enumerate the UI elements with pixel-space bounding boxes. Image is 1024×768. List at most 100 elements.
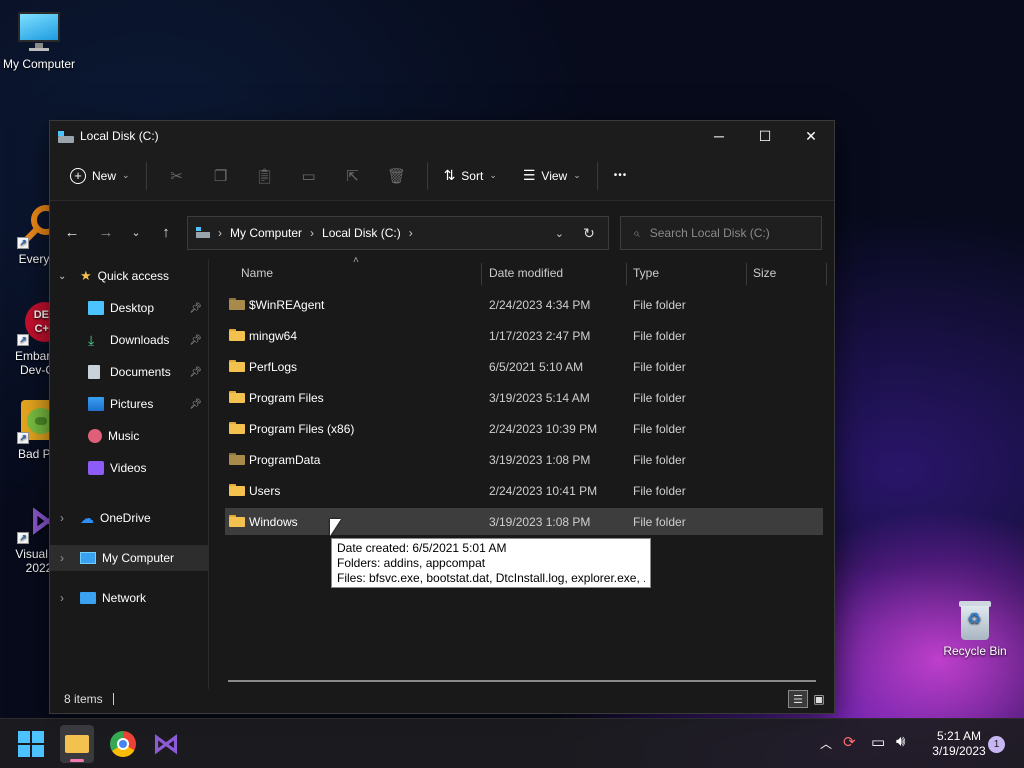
clock-date: 3/19/2023 xyxy=(932,744,986,758)
pane-divider[interactable] xyxy=(208,259,209,689)
chevron-right-icon: › xyxy=(60,511,64,525)
file-list: ˄ Name Date modified Type Size $WinREAge… xyxy=(210,255,828,689)
start-button[interactable] xyxy=(18,731,44,757)
sidebar-item-network[interactable]: › Network xyxy=(50,585,208,611)
details-view-button[interactable]: ☰ xyxy=(788,690,808,708)
cloud-icon: ☁ xyxy=(80,509,94,526)
file-row[interactable]: mingw64 1/17/2023 2:47 PM File folder xyxy=(225,322,823,349)
notification-badge[interactable]: 1 xyxy=(988,736,1005,753)
sidebar-item-music[interactable]: Music xyxy=(50,423,208,449)
sidebar-item-onedrive[interactable]: › ☁ OneDrive xyxy=(50,505,208,531)
pin-icon: 📌︎ xyxy=(189,366,202,378)
shortcut-arrow-icon: ↗ xyxy=(17,532,29,544)
sort-button[interactable]: ⇅ Sort ⌄ xyxy=(436,160,505,192)
column-header-name[interactable]: Name xyxy=(241,259,481,287)
file-date: 3/19/2023 1:08 PM xyxy=(489,452,591,467)
shortcut-arrow-icon: ↗ xyxy=(17,334,29,346)
breadcrumb-my-computer[interactable]: My Computer xyxy=(230,226,302,240)
shortcut-arrow-icon: ↗ xyxy=(17,432,29,444)
clock-time: 5:21 AM xyxy=(936,729,982,743)
sidebar-item-videos[interactable]: Videos xyxy=(50,455,208,481)
copy-icon[interactable]: ❐ xyxy=(205,160,237,192)
desktop-icon-my-computer[interactable]: My Computer xyxy=(0,10,78,71)
horizontal-scrollbar[interactable] xyxy=(228,680,816,682)
delete-icon[interactable]: 🗑︎ xyxy=(381,160,413,192)
desktop-icon-recycle-bin[interactable]: ♻ Recycle Bin xyxy=(936,597,1014,658)
recycle-bin-icon: ♻ xyxy=(953,597,997,641)
plus-circle-icon: + xyxy=(70,167,86,184)
column-divider[interactable] xyxy=(826,263,827,285)
maximize-button[interactable]: ☐ xyxy=(742,121,788,151)
taskbar-file-explorer[interactable] xyxy=(60,725,94,763)
breadcrumb-local-disk[interactable]: Local Disk (C:) xyxy=(322,226,401,240)
breadcrumb-separator-icon: › xyxy=(408,226,413,240)
column-divider[interactable] xyxy=(481,263,482,285)
sidebar-item-documents[interactable]: Documents 📌︎ xyxy=(50,359,208,385)
chrome-icon-center xyxy=(117,738,129,750)
network-monitor-icon[interactable]: ▭ xyxy=(871,733,885,751)
clock[interactable]: 5:21 AM 3/19/2023 xyxy=(920,729,998,759)
address-bar[interactable]: › My Computer › Local Disk (C:) › ⌄ ↻ xyxy=(187,216,609,250)
file-row-hovered[interactable]: Windows 3/19/2023 1:08 PM File folder xyxy=(225,508,823,535)
sync-icon[interactable]: ⟳ xyxy=(843,733,856,751)
column-header-size[interactable]: Size xyxy=(753,259,823,287)
sort-label: Sort xyxy=(461,168,484,183)
column-header-type[interactable]: Type xyxy=(633,259,743,287)
tiles-view-button[interactable]: ▣ xyxy=(810,690,828,708)
sidebar-item-pictures[interactable]: Pictures 📌︎ xyxy=(50,391,208,417)
column-divider[interactable] xyxy=(746,263,747,285)
up-button[interactable]: ↑ xyxy=(152,218,180,246)
address-history-chevron-icon[interactable]: ⌄ xyxy=(555,227,564,240)
file-type: File folder xyxy=(633,483,686,498)
sidebar-item-my-computer[interactable]: › My Computer xyxy=(50,545,208,571)
sidebar-item-quick-access[interactable]: ⌄ ★ Quick access xyxy=(50,263,208,289)
minimize-button[interactable]: ─ xyxy=(696,121,742,151)
recent-locations-button[interactable]: ⌄ xyxy=(122,218,150,246)
search-box[interactable]: ⌕ Search Local Disk (C:) xyxy=(620,216,822,250)
forward-button[interactable]: → xyxy=(92,218,120,246)
file-date: 2/24/2023 4:34 PM xyxy=(489,297,591,312)
command-bar: + New ⌄ ✂ ❐ 📋︎ ▭ ⇱ 🗑︎ ⇅ Sort ⌄ ☰ View ⌄ … xyxy=(50,151,834,201)
more-icon: ••• xyxy=(613,170,628,181)
folder-icon xyxy=(229,329,245,341)
sort-icon: ⇅ xyxy=(443,167,456,183)
paste-icon[interactable]: 📋︎ xyxy=(249,160,281,192)
title-bar[interactable]: Local Disk (C:) ─ ☐ ✕ xyxy=(50,121,834,151)
file-row[interactable]: ProgramData 3/19/2023 1:08 PM File folde… xyxy=(225,446,823,473)
rename-icon[interactable]: ▭ xyxy=(293,160,325,192)
close-button[interactable]: ✕ xyxy=(788,121,834,151)
folder-icon xyxy=(229,422,245,434)
back-button[interactable]: ← xyxy=(58,218,86,246)
sidebar-item-label: My Computer xyxy=(102,551,175,565)
view-button[interactable]: ☰ View ⌄ xyxy=(515,160,589,192)
taskbar-visual-studio[interactable]: ⋈ xyxy=(150,728,180,759)
file-name: mingw64 xyxy=(249,328,298,343)
more-options-button[interactable]: ••• xyxy=(606,160,636,192)
file-row[interactable]: Users 2/24/2023 10:41 PM File folder xyxy=(225,477,823,504)
cut-icon[interactable]: ✂ xyxy=(161,160,193,192)
taskbar-chrome[interactable] xyxy=(108,729,138,759)
video-icon xyxy=(88,461,104,475)
show-hidden-icons-chevron-icon[interactable]: ︿ xyxy=(820,735,832,752)
folder-icon xyxy=(229,515,245,527)
tooltip-line: Folders: addins, appcompat xyxy=(337,556,486,570)
file-row[interactable]: PerfLogs 6/5/2021 5:10 AM File folder xyxy=(225,353,823,380)
volume-icon[interactable]: 🔊︎ xyxy=(896,733,905,750)
file-row[interactable]: $WinREAgent 2/24/2023 4:34 PM File folde… xyxy=(225,291,823,318)
file-row[interactable]: Program Files 3/19/2023 5:14 AM File fol… xyxy=(225,384,823,411)
new-button[interactable]: + New ⌄ xyxy=(62,160,138,192)
sidebar-item-desktop[interactable]: Desktop 📌︎ xyxy=(50,295,208,321)
new-label: New xyxy=(92,168,117,183)
windows-logo-icon xyxy=(32,745,44,757)
picture-icon xyxy=(88,397,104,411)
music-icon xyxy=(88,429,102,443)
file-row[interactable]: Program Files (x86) 2/24/2023 10:39 PM F… xyxy=(225,415,823,442)
column-header-date[interactable]: Date modified xyxy=(489,259,625,287)
share-icon[interactable]: ⇱ xyxy=(337,160,369,192)
refresh-button[interactable]: ↻ xyxy=(578,222,600,244)
file-name: ProgramData xyxy=(249,452,321,467)
column-divider[interactable] xyxy=(626,263,627,285)
sidebar-item-downloads[interactable]: ⤓ Downloads 📌︎ xyxy=(50,327,208,353)
monitor-icon xyxy=(80,552,96,564)
file-explorer-icon xyxy=(65,735,89,753)
